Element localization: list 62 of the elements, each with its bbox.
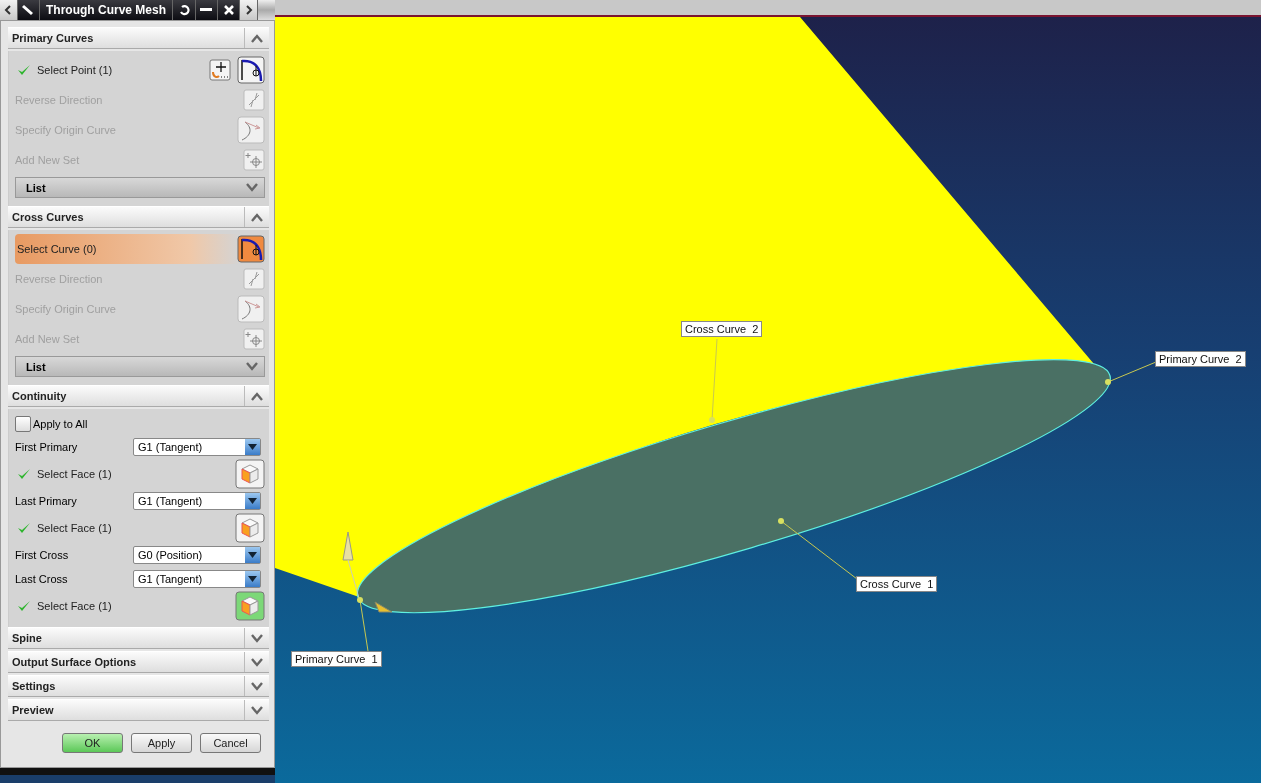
expand-chevron-icon[interactable] <box>246 183 258 192</box>
curve-select-icon[interactable] <box>237 56 265 84</box>
section-header[interactable]: Cross Curves <box>8 206 269 228</box>
list-label: List <box>26 181 46 194</box>
section-title: Preview <box>11 703 55 718</box>
selection-label: Select Face (1) <box>37 468 113 480</box>
collapse-chevron-icon[interactable] <box>251 212 263 222</box>
section-title: Spine <box>11 631 43 646</box>
selection-row[interactable]: Select Curve (0) <box>15 234 265 264</box>
curve-label: Cross Curve 1 <box>856 576 938 592</box>
leader-line <box>357 597 369 652</box>
chevron-right-icon <box>244 5 253 15</box>
selection-label: Select Point (1) <box>37 64 114 76</box>
forward-arrow-button[interactable] <box>240 0 258 20</box>
dropdown[interactable]: G0 (Position) <box>133 546 261 564</box>
field-label: First Cross <box>15 549 70 561</box>
field-label: Last Primary <box>15 495 78 507</box>
section-title: Cross Curves <box>11 210 85 225</box>
curve-label: Primary Curve 2 <box>1155 351 1246 367</box>
section-title: Settings <box>11 679 57 694</box>
expand-chevron-icon[interactable] <box>251 681 263 691</box>
section-title: Continuity <box>11 389 68 404</box>
back-arrow-button[interactable] <box>0 0 18 20</box>
list-label: List <box>26 360 46 373</box>
dropdown[interactable]: G1 (Tangent) <box>133 492 261 510</box>
dialog-button[interactable]: Apply <box>131 733 192 753</box>
list-bar[interactable]: List <box>15 177 265 198</box>
dialog-button[interactable]: Cancel <box>200 733 261 753</box>
curve-label: Cross Curve 2 <box>681 321 763 337</box>
expand-chevron-icon[interactable] <box>251 657 263 667</box>
section-header[interactable]: Continuity <box>8 385 269 407</box>
dialog-button[interactable]: OK <box>62 733 123 753</box>
section-header[interactable]: Settings <box>8 675 269 697</box>
curve-select-icon[interactable] <box>237 235 265 263</box>
curve-label: Primary Curve 1 <box>291 651 382 667</box>
point-plus-icon[interactable] <box>209 59 231 81</box>
selection-label: Select Face (1) <box>37 600 113 612</box>
add-set-icon[interactable] <box>243 328 265 350</box>
expand-chevron-icon[interactable] <box>246 362 258 371</box>
collapse-chevron-icon[interactable] <box>251 33 263 43</box>
list-bar[interactable]: List <box>15 356 265 377</box>
section-header[interactable]: Primary Curves <box>8 27 269 49</box>
expand-chevron-icon[interactable] <box>251 705 263 715</box>
section-title: Primary Curves <box>11 31 95 46</box>
add-set-icon[interactable] <box>243 149 265 171</box>
chevron-left-icon <box>4 5 13 15</box>
section-header[interactable]: Spine <box>8 627 269 649</box>
dropdown[interactable]: G1 (Tangent) <box>133 570 261 588</box>
dropdown[interactable]: G1 (Tangent) <box>133 438 261 456</box>
collapse-chevron-icon[interactable] <box>251 391 263 401</box>
section-header[interactable]: Preview <box>8 699 269 721</box>
selection-label: Select Face (1) <box>37 522 113 534</box>
selection-row[interactable]: Select Point (1) <box>15 55 265 85</box>
expand-chevron-icon[interactable] <box>251 633 263 643</box>
section-header[interactable]: Output Surface Options <box>8 651 269 673</box>
section-title: Output Surface Options <box>11 655 138 670</box>
checkbox[interactable] <box>15 416 31 432</box>
field-label: First Primary <box>15 441 79 453</box>
checkbox-label: Apply to All <box>33 418 88 430</box>
leader-line <box>1105 361 1157 385</box>
selection-label: Select Curve (0) <box>17 243 98 255</box>
field-label: Last Cross <box>15 573 69 585</box>
